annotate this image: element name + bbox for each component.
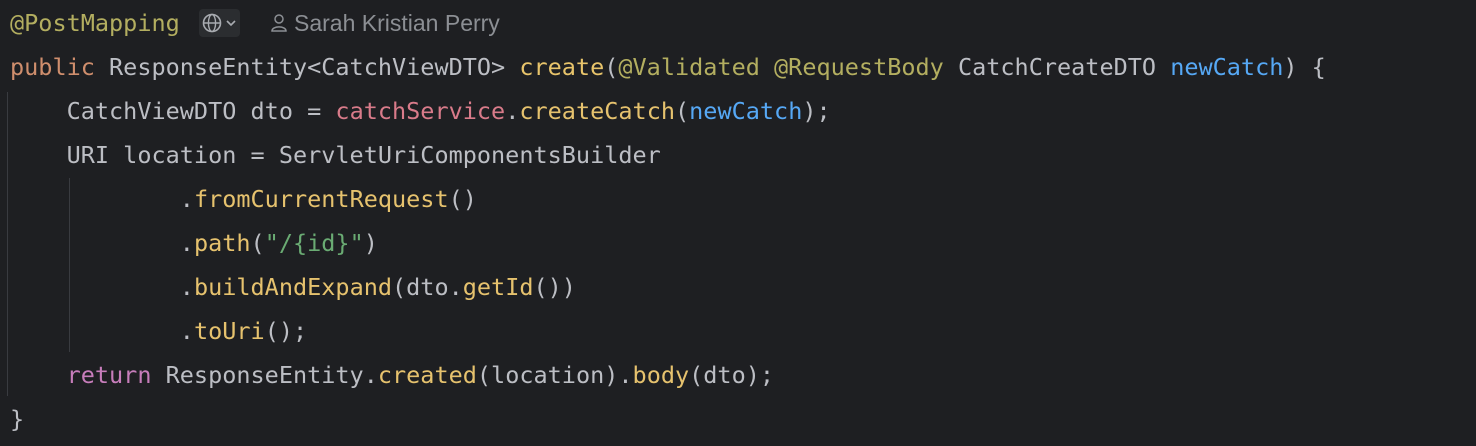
method-name-token: create	[519, 53, 605, 81]
method-call-token: path	[193, 229, 251, 257]
parameter-token: newCatch	[1170, 53, 1284, 81]
code-token: .	[10, 185, 194, 213]
code-author-hint[interactable]: Sarah Kristian Perry	[270, 10, 500, 37]
code-line-5[interactable]: .fromCurrentRequest()	[10, 177, 477, 221]
code-line-6[interactable]: .path("/{id}")	[10, 221, 378, 265]
code-line-1[interactable]: @PostMapping	[10, 1, 180, 45]
keyword-token: public	[10, 53, 95, 81]
code-line-3[interactable]: CatchViewDTO dto = catchService.createCa…	[10, 89, 831, 133]
code-token: )	[363, 229, 378, 257]
method-call-token: fromCurrentRequest	[193, 185, 449, 213]
inlay-hint[interactable]: Sarah Kristian Perry	[199, 9, 500, 37]
code-token: (location).	[476, 361, 633, 389]
code-token: );	[802, 97, 831, 125]
code-token: ())	[533, 273, 576, 301]
code-line-9[interactable]: return ResponseEntity.created(location).…	[10, 353, 774, 397]
code-token: (dto.	[392, 273, 463, 301]
code-token: ()	[448, 185, 477, 213]
code-editor[interactable]: @PostMapping Sarah Kristian Perry public…	[0, 0, 1476, 446]
code-token: .	[505, 97, 520, 125]
code-line-7[interactable]: .buildAndExpand(dto.getId())	[10, 265, 576, 309]
code-line-10[interactable]: }	[10, 397, 24, 441]
annotation-token: @Validated	[618, 53, 760, 81]
code-token: ();	[264, 317, 308, 345]
parameter-token: newCatch	[689, 97, 803, 125]
chevron-down-icon	[226, 20, 236, 27]
author-name: Sarah Kristian Perry	[294, 9, 500, 36]
globe-icon	[202, 13, 222, 33]
endpoints-button[interactable]	[199, 9, 240, 37]
method-call-token: buildAndExpand	[193, 273, 393, 301]
code-line-4[interactable]: URI location = ServletUriComponentsBuild…	[10, 133, 661, 177]
method-call-token: createCatch	[519, 97, 675, 125]
code-token: .	[10, 273, 194, 301]
code-token: (	[250, 229, 265, 257]
code-token: .	[10, 229, 194, 257]
code-token: (	[604, 53, 619, 81]
code-token: (	[675, 97, 690, 125]
code-token: }	[10, 405, 25, 433]
annotation-token: @RequestBody	[774, 53, 944, 81]
code-line-2[interactable]: public ResponseEntity<CatchViewDTO> crea…	[10, 45, 1326, 89]
keyword-token: return	[66, 361, 152, 389]
method-call-token: body	[632, 361, 690, 389]
method-call-token: getId	[462, 273, 534, 301]
indent-guide	[7, 92, 8, 396]
annotation-token: @PostMapping	[10, 9, 180, 37]
person-icon	[271, 14, 287, 32]
method-call-token: toUri	[193, 317, 265, 345]
code-token: ResponseEntity.	[151, 361, 378, 389]
code-token: URI location = ServletUriComponentsBuild…	[10, 141, 661, 169]
code-token: ResponseEntity<CatchViewDTO>	[94, 53, 520, 81]
code-token: .	[10, 317, 194, 345]
method-call-token: created	[377, 361, 477, 389]
code-line-8[interactable]: .toUri();	[10, 309, 307, 353]
field-token: catchService	[335, 97, 506, 125]
string-token: "/{id}"	[264, 229, 364, 257]
code-token: ) {	[1283, 53, 1326, 81]
code-token: CatchCreateDTO	[943, 53, 1171, 81]
code-token: CatchViewDTO dto =	[10, 97, 336, 125]
code-token: (dto);	[689, 361, 775, 389]
